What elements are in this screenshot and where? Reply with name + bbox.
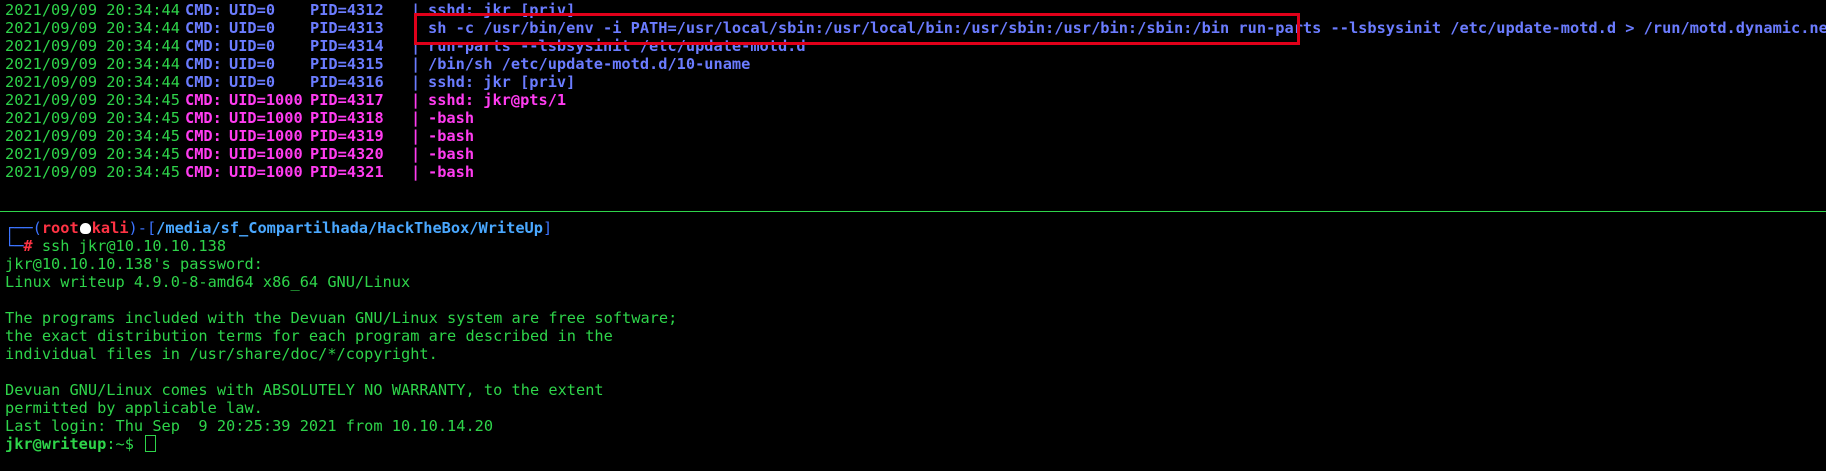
- column-separator: |: [411, 145, 421, 163]
- cmd-label: CMD:: [185, 1, 222, 19]
- final-prompt-user-host: jkr@writeup: [5, 435, 107, 453]
- uid-value: UID=1000: [229, 163, 303, 181]
- process-command: -bash: [428, 145, 475, 163]
- cmd-label: CMD:: [185, 73, 222, 91]
- session-line: Devuan GNU/Linux comes with ABSOLUTELY N…: [5, 381, 604, 399]
- pid-value: PID=4316: [310, 73, 384, 91]
- cursor-icon[interactable]: [145, 435, 157, 452]
- skull-icon: [79, 223, 91, 234]
- timestamp: 2021/09/09 20:34:44: [5, 73, 180, 91]
- pid-value: PID=4313: [310, 19, 384, 37]
- timestamp: 2021/09/09 20:34:45: [5, 163, 180, 181]
- final-prompt-suffix: :~$: [106, 435, 144, 453]
- cmd-label: CMD:: [185, 19, 222, 37]
- process-command: -bash: [428, 109, 475, 127]
- uid-value: UID=0: [229, 55, 276, 73]
- cmd-label: CMD:: [185, 37, 222, 55]
- session-line: Linux writeup 4.9.0-8-amd64 x86_64 GNU/L…: [5, 273, 411, 291]
- pspy-line: 2021/09/09 20:34:45 CMD: UID=1000 PID=4319 |…: [5, 127, 1826, 145]
- pid-value: PID=4314: [310, 37, 384, 55]
- prompt-frame: ┌──(: [5, 219, 42, 237]
- highlight-box: [414, 13, 1300, 45]
- prompt-frame-bottom: └─: [5, 237, 24, 255]
- uid-value: UID=0: [229, 1, 276, 19]
- prompt-frame-mid: )-[: [128, 219, 157, 237]
- pspy-line: 2021/09/09 20:34:44 CMD: UID=0 PID=4315 | /bi…: [5, 55, 1826, 73]
- uid-value: UID=0: [229, 19, 276, 37]
- pid-value: PID=4318: [310, 109, 384, 127]
- cmd-label: CMD:: [185, 145, 222, 163]
- ssh-session-pane[interactable]: ┌──(root kali)-[/media/sf_Compartilhada/H…: [5, 219, 1826, 453]
- pspy-line: 2021/09/09 20:34:45 CMD: UID=1000 PID=4320 |…: [5, 145, 1826, 163]
- cmd-label: CMD:: [185, 109, 222, 127]
- cmd-label: CMD:: [185, 127, 222, 145]
- pid-value: PID=4312: [310, 1, 384, 19]
- session-output: jkr@10.10.10.138's password: Linux writeu…: [5, 255, 1826, 435]
- pid-value: PID=4317: [310, 91, 384, 109]
- cmd-label: CMD:: [185, 55, 222, 73]
- pspy-line: 2021/09/09 20:34:44 CMD: UID=0 PID=4316 | ssh…: [5, 73, 1826, 91]
- pspy-line: 2021/09/09 20:34:45 CMD: UID=1000 PID=4317 |…: [5, 91, 1826, 109]
- session-line: [5, 363, 1826, 381]
- pane-divider: [0, 211, 1826, 212]
- column-separator: |: [411, 73, 421, 91]
- timestamp: 2021/09/09 20:34:45: [5, 145, 180, 163]
- session-line: permitted by applicable law.: [5, 399, 263, 417]
- uid-value: UID=1000: [229, 91, 303, 109]
- process-command: /bin/sh /etc/update-motd.d/10-uname: [428, 55, 751, 73]
- column-separator: |: [411, 109, 421, 127]
- column-separator: |: [411, 127, 421, 145]
- column-separator: |: [411, 163, 421, 181]
- process-command: sshd: jkr [priv]: [428, 73, 576, 91]
- prompt-host: kali: [91, 219, 129, 237]
- uid-value: UID=1000: [229, 127, 303, 145]
- session-line: Last login: Thu Sep 9 20:25:39 2021 from…: [5, 417, 494, 435]
- pid-value: PID=4319: [310, 127, 384, 145]
- prompt-line-top: ┌──(root kali)-[/media/sf_Compartilhada/H…: [5, 219, 1826, 237]
- session-line: individual files in /usr/share/doc/*/cop…: [5, 345, 438, 363]
- session-line: the exact distribution terms for each pr…: [5, 327, 613, 345]
- prompt-hash: #: [23, 237, 33, 255]
- column-separator: |: [411, 91, 421, 109]
- timestamp: 2021/09/09 20:34:44: [5, 19, 180, 37]
- timestamp: 2021/09/09 20:34:45: [5, 91, 180, 109]
- process-command: -bash: [428, 127, 475, 145]
- cmd-label: CMD:: [185, 91, 222, 109]
- uid-value: UID=0: [229, 73, 276, 91]
- prompt-frame-end: ]: [542, 219, 553, 237]
- timestamp: 2021/09/09 20:34:45: [5, 127, 180, 145]
- uid-value: UID=1000: [229, 109, 303, 127]
- uid-value: UID=0: [229, 37, 276, 55]
- prompt-line-command: └─# ssh jkr@10.10.10.138: [5, 237, 1826, 255]
- timestamp: 2021/09/09 20:34:44: [5, 1, 180, 19]
- timestamp: 2021/09/09 20:34:44: [5, 37, 180, 55]
- final-prompt-line[interactable]: jkr@writeup:~$: [5, 435, 1826, 453]
- pspy-line: 2021/09/09 20:34:45 CMD: UID=1000 PID=4321 |…: [5, 163, 1826, 181]
- pid-value: PID=4320: [310, 145, 384, 163]
- process-command: sshd: jkr@pts/1: [428, 91, 567, 109]
- pid-value: PID=4315: [310, 55, 384, 73]
- prompt-user: root: [41, 219, 79, 237]
- session-line: [5, 291, 1826, 309]
- ssh-command: ssh jkr@10.10.10.138: [32, 237, 227, 255]
- timestamp: 2021/09/09 20:34:45: [5, 109, 180, 127]
- process-command: -bash: [428, 163, 475, 181]
- pid-value: PID=4321: [310, 163, 384, 181]
- column-separator: |: [411, 55, 421, 73]
- timestamp: 2021/09/09 20:34:44: [5, 55, 180, 73]
- session-line: The programs included with the Devuan GN…: [5, 309, 678, 327]
- cmd-label: CMD:: [185, 163, 222, 181]
- prompt-path: /media/sf_Compartilhada/HackTheBox/Write…: [156, 219, 543, 237]
- session-line: jkr@10.10.10.138's password:: [5, 255, 263, 273]
- uid-value: UID=1000: [229, 145, 303, 163]
- pspy-line: 2021/09/09 20:34:45 CMD: UID=1000 PID=4318 |…: [5, 109, 1826, 127]
